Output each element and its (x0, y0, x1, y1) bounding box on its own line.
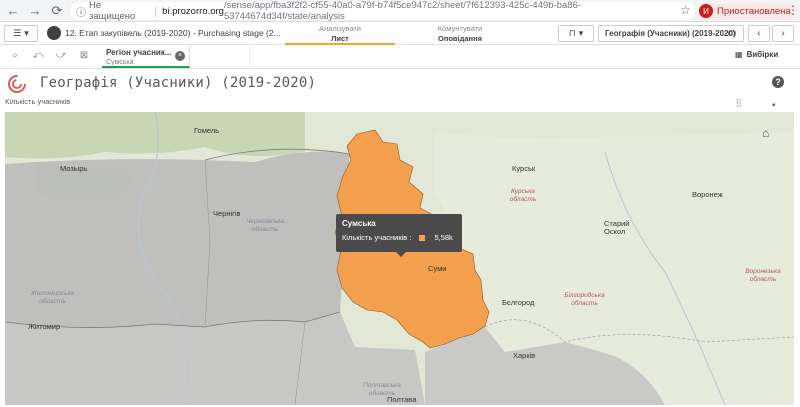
city-label: Чернігів (213, 209, 241, 218)
city-label: Курськ (512, 164, 536, 173)
tab-label: Оповідання (437, 34, 482, 43)
insecure-label: Не защищено (89, 0, 136, 22)
next-sheet-button[interactable]: › (772, 25, 794, 42)
forward-icon[interactable]: → (26, 2, 44, 20)
city-label: Бєлгород (502, 298, 535, 307)
region-label: Житомирська область (30, 290, 75, 305)
back-icon[interactable]: ← (4, 2, 22, 20)
step-forward-icon[interactable]: ⤻ (52, 50, 70, 64)
sheet-title: Географія (Учасники) (2019-2020) (40, 75, 317, 91)
map-tooltip: Сумська Кількість учасників : 5,58k (336, 214, 462, 252)
city-label: Старий Оскол (604, 219, 630, 236)
chevron-down-icon: ▾ (578, 28, 584, 38)
layers-icon[interactable]: ⫶⫶ (736, 98, 742, 111)
url-path: /sense/app/fba3f2f2-cf55-40a0-a79f-b74f5… (223, 0, 581, 22)
divider (155, 5, 157, 17)
info-icon[interactable]: ⓘ (76, 4, 86, 19)
city-label: Воронеж (692, 190, 723, 199)
app-globe-icon (47, 26, 61, 40)
help-icon[interactable]: ? (772, 76, 784, 88)
city-label: Суми (428, 264, 447, 273)
browser-bar: ← → ⟳ ⓘ Не защищено bi.prozorro.org/sens… (0, 0, 800, 22)
city-label: Житомир (28, 322, 61, 331)
app-toolbar: ☰ ▾ 12. Етап закупівель (2019-2020) - Pu… (0, 22, 800, 45)
empty-selection-slot (192, 46, 250, 68)
region-label: Білгородська область (564, 292, 605, 307)
selections-icon: ▦ (735, 50, 743, 59)
tooltip-label: Кількість учасників : (342, 233, 412, 242)
profile-button[interactable]: И Приостановлена (698, 3, 797, 19)
region-label: Воронезька область (745, 268, 781, 283)
tab-label: Лист (331, 34, 349, 43)
map-canvas (5, 112, 794, 405)
region-label: Полтавська область (363, 382, 401, 397)
city-label: Гомель (194, 126, 220, 135)
tab-sub-label: Комунтувати (437, 24, 483, 33)
selections-button[interactable]: ▦ Вибірки (735, 50, 778, 59)
selections-bar: ⌕ ⤺ ⤻ ⊠ Регіон учасник... Сумська × ▦ Ви… (0, 45, 800, 69)
step-back-icon[interactable]: ⤺ (29, 50, 47, 64)
tab-storytelling[interactable]: Комунтувати Оповідання (400, 23, 520, 45)
present-icon[interactable]: ▭ (721, 25, 743, 42)
more-options-icon[interactable]: ▪ (772, 100, 776, 111)
tab-sub-label: Аналізувати (319, 24, 361, 33)
main-menu-button[interactable]: ☰ ▾ (4, 25, 38, 42)
profile-label: Приостановлена (717, 5, 791, 17)
url-host: bi.prozorro.org (162, 5, 224, 17)
tooltip-swatch (419, 234, 426, 241)
home-icon[interactable]: ⌂ (762, 126, 769, 140)
browser-menu-icon[interactable]: ⋮ (787, 3, 799, 17)
map-visualization[interactable]: Гомель Мозырь Чернігів Курськ Воронеж Ст… (5, 112, 794, 405)
selection-chip[interactable]: Регіон учасник... Сумська × (102, 46, 190, 68)
chevron-down-icon: ▾ (24, 28, 29, 38)
chart-subtitle: Кількість учасників (5, 97, 71, 106)
region-label: Чернігівська область (246, 218, 284, 233)
reload-icon[interactable]: ⟳ (48, 2, 66, 20)
city-label: Харків (513, 351, 536, 360)
tooltip-row: Кількість учасників : 5,58k (342, 233, 456, 242)
prozorro-logo-icon (8, 75, 26, 93)
tooltip-title: Сумська (342, 219, 376, 228)
avatar: И (699, 4, 713, 18)
close-icon[interactable]: × (175, 51, 185, 61)
clear-selections-icon[interactable]: ⊠ (75, 50, 93, 64)
bookmark-icon: ⊓ (568, 28, 576, 38)
prev-sheet-button[interactable]: ‹ (748, 25, 770, 42)
address-bar[interactable]: ⓘ Не защищено bi.prozorro.org/sense/app/… (70, 0, 695, 22)
bookmarks-button[interactable]: ⊓ ▾ (558, 25, 594, 42)
app-title[interactable]: 12. Етап закупівель (2019-2020) - Purcha… (65, 28, 281, 38)
tab-sheet[interactable]: Аналізувати Лист (285, 23, 395, 45)
smart-search-icon[interactable]: ⌕ (6, 50, 24, 64)
selections-label: Вибірки (746, 50, 779, 59)
city-label: Мозырь (60, 164, 88, 173)
region-label: Курська область (509, 188, 537, 203)
tooltip-value: 5,58k (434, 233, 453, 242)
tooltip-arrow (396, 252, 406, 257)
hamburger-icon: ☰ (13, 28, 22, 38)
bookmark-star-icon[interactable]: ☆ (680, 3, 691, 17)
